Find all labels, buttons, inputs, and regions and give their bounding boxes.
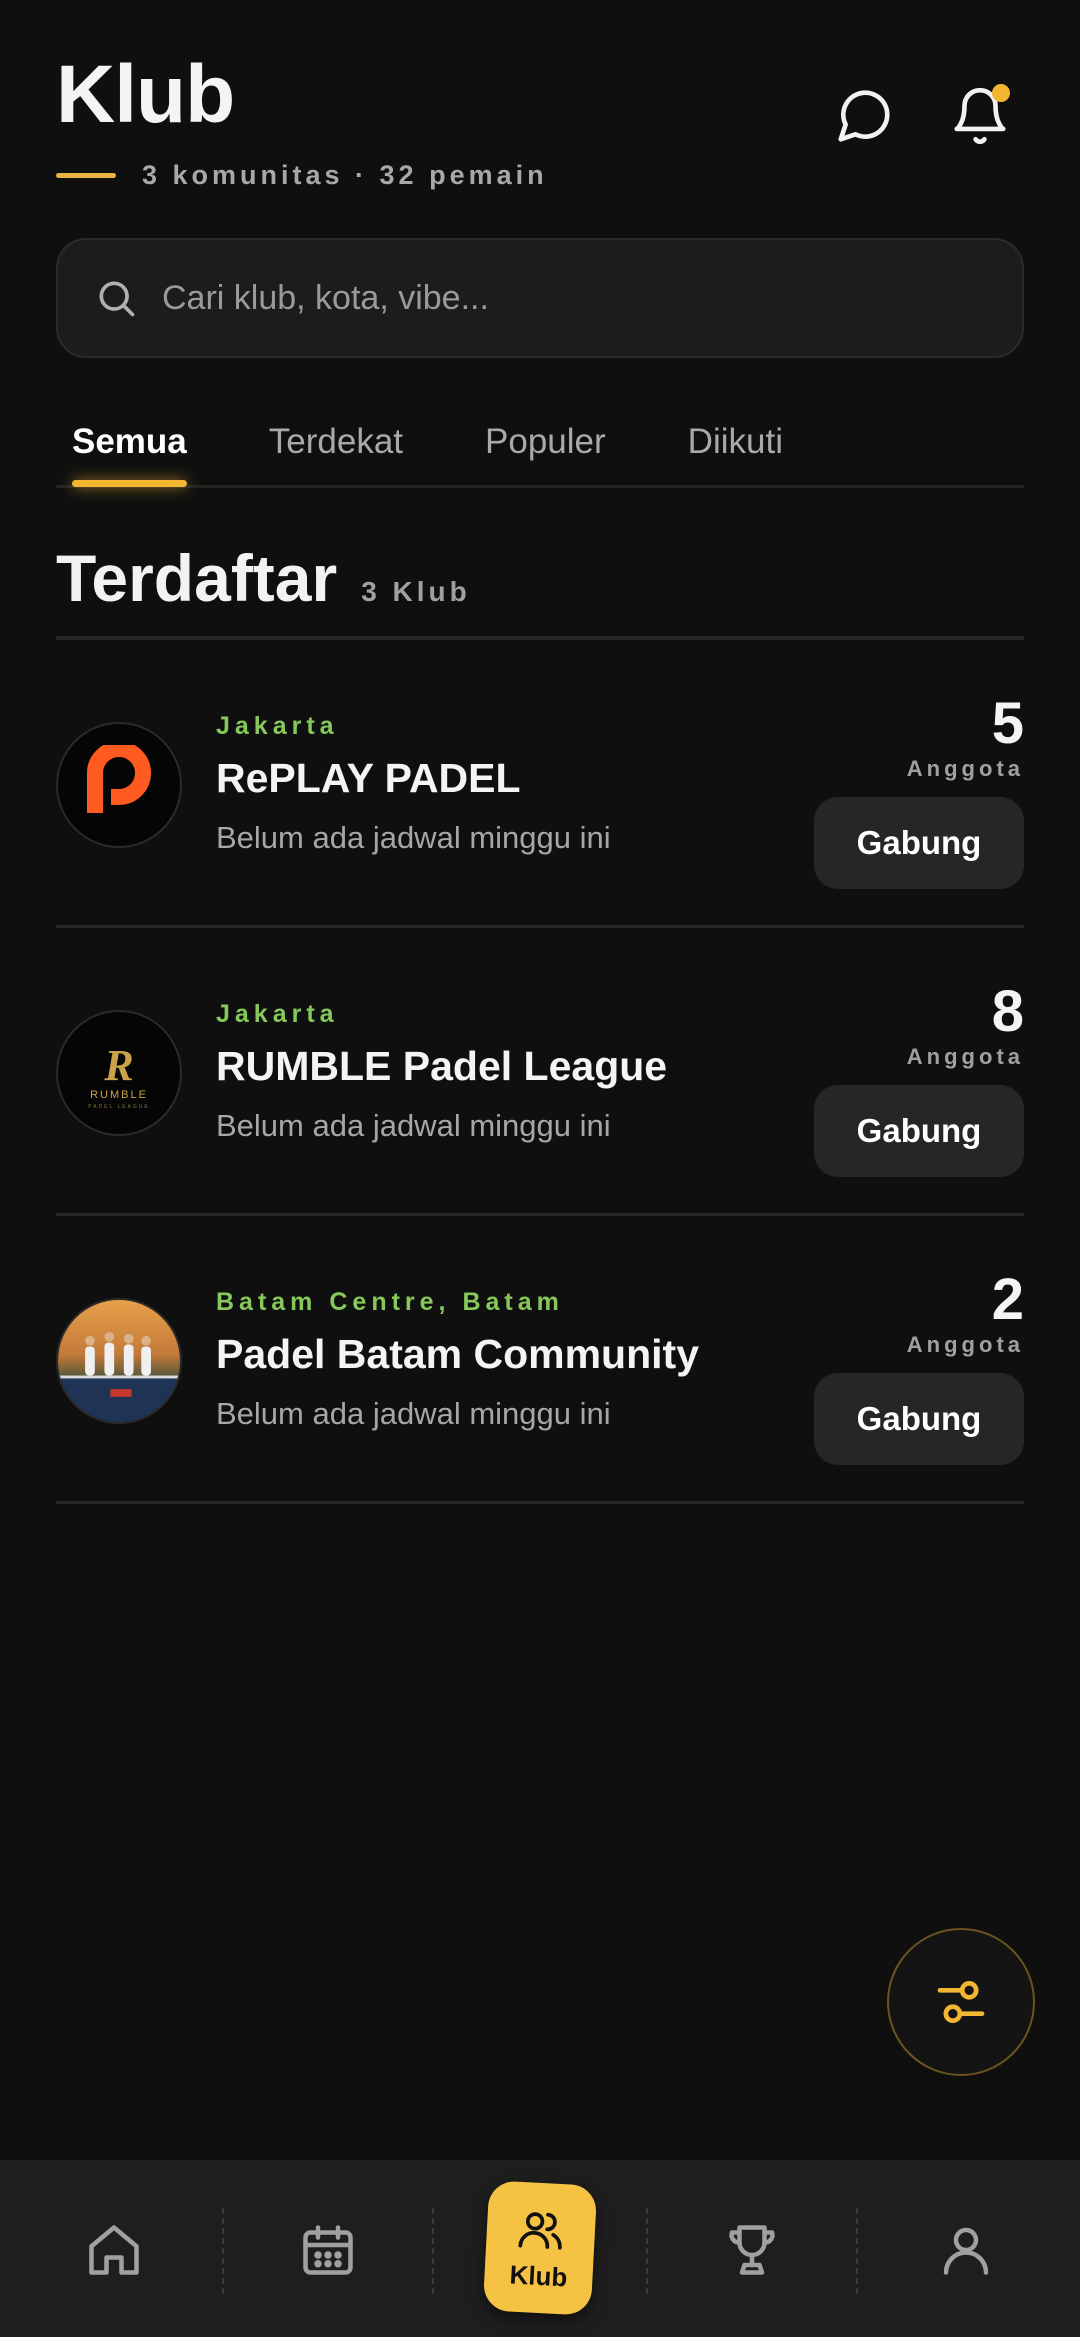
nav-calendar[interactable] xyxy=(288,2210,368,2290)
nav-trophy[interactable] xyxy=(712,2210,792,2290)
tab-semua[interactable]: Semua xyxy=(56,410,203,487)
rumble-logo-letter: R xyxy=(103,1041,133,1090)
trophy-icon xyxy=(729,2225,775,2275)
club-member-count: 2 xyxy=(991,1267,1024,1332)
nav-separator xyxy=(646,2208,648,2294)
rumble-logo-wordmark: RUMBLE xyxy=(90,1089,148,1101)
chat-button[interactable] xyxy=(828,80,900,152)
join-button[interactable]: Gabung xyxy=(814,1373,1024,1465)
join-button[interactable]: Gabung xyxy=(814,1085,1024,1177)
search-input[interactable] xyxy=(162,278,982,318)
club-logo-rumble: R RUMBLE PADEL LEAGUE xyxy=(56,1010,182,1136)
header-subtitle: 3 komunitas · 32 pemain xyxy=(56,160,548,191)
home-icon xyxy=(89,2225,139,2275)
club-member-label: Anggota xyxy=(906,1044,1024,1069)
club-schedule: Belum ada jadwal minggu ini xyxy=(216,820,611,855)
section-header: Terdaftar 3 Klub xyxy=(56,540,471,616)
club-city: Batam Centre, Batam xyxy=(216,1288,564,1316)
nav-club-active[interactable]: Klub xyxy=(482,2180,598,2316)
rumble-logo-sub: PADEL LEAGUE xyxy=(88,1104,150,1110)
club-logo-replay xyxy=(56,722,182,848)
subtitle-accent-line xyxy=(56,173,116,178)
club-info: Batam Centre, Batam Padel Batam Communit… xyxy=(216,1288,699,1432)
club-member-label: Anggota xyxy=(906,756,1024,781)
nav-home[interactable] xyxy=(74,2210,154,2290)
page-title: Klub xyxy=(56,49,235,140)
nav-separator xyxy=(222,2208,224,2294)
club-people-icon xyxy=(518,2211,562,2250)
sliders-icon xyxy=(937,1981,985,2023)
join-button[interactable]: Gabung xyxy=(814,797,1024,889)
rumble-logo-icon: R RUMBLE PADEL LEAGUE xyxy=(88,1041,150,1110)
club-row[interactable]: R RUMBLE PADEL LEAGUE Jakarta RUMBLE Pad… xyxy=(56,928,1024,1216)
search-icon xyxy=(99,281,135,317)
tab-terdekat[interactable]: Terdekat xyxy=(253,410,419,485)
club-name: RUMBLE Padel League xyxy=(216,1043,668,1089)
club-member-count: 5 xyxy=(991,691,1024,756)
nav-club-label: Klub xyxy=(508,2258,569,2292)
club-member-label: Anggota xyxy=(906,1332,1024,1357)
club-info: Jakarta RePLAY PADEL Belum ada jadwal mi… xyxy=(216,712,611,856)
club-info: Jakarta RUMBLE Padel League Belum ada ja… xyxy=(216,1000,667,1144)
club-logo-batam xyxy=(56,1298,182,1424)
tab-diikuti[interactable]: Diikuti xyxy=(672,410,799,485)
filter-tabs: Semua Terdekat Populer Diikuti xyxy=(56,410,1024,488)
club-row[interactable]: Batam Centre, Batam Padel Batam Communit… xyxy=(56,1216,1024,1504)
club-name: Padel Batam Community xyxy=(216,1331,699,1377)
replay-logo-icon xyxy=(87,745,151,813)
profile-icon xyxy=(943,2227,989,2275)
tab-populer[interactable]: Populer xyxy=(469,410,622,485)
club-city: Jakarta xyxy=(216,712,339,740)
club-row[interactable]: Jakarta RePLAY PADEL Belum ada jadwal mi… xyxy=(56,640,1024,928)
club-schedule: Belum ada jadwal minggu ini xyxy=(216,1108,611,1143)
batam-photo-image xyxy=(58,1300,180,1422)
subtitle-text: 3 komunitas · 32 pemain xyxy=(142,160,548,190)
notification-badge-dot xyxy=(992,84,1010,102)
club-list: Jakarta RePLAY PADEL Belum ada jadwal mi… xyxy=(56,640,1024,1504)
search-bar[interactable] xyxy=(56,238,1024,358)
club-schedule: Belum ada jadwal minggu ini xyxy=(216,1396,611,1431)
filter-fab-button[interactable] xyxy=(887,1928,1035,2076)
nav-profile[interactable] xyxy=(926,2210,1006,2290)
nav-separator xyxy=(432,2208,434,2294)
club-name: RePLAY PADEL xyxy=(216,755,521,801)
section-title: Terdaftar xyxy=(56,541,338,615)
club-city: Jakarta xyxy=(216,1000,339,1028)
nav-separator xyxy=(856,2208,858,2294)
club-member-count: 8 xyxy=(991,979,1024,1044)
notifications-button[interactable] xyxy=(944,80,1016,152)
calendar-icon xyxy=(303,2225,353,2275)
section-count: 3 Klub xyxy=(361,576,471,607)
chat-bubble-icon xyxy=(838,90,890,142)
